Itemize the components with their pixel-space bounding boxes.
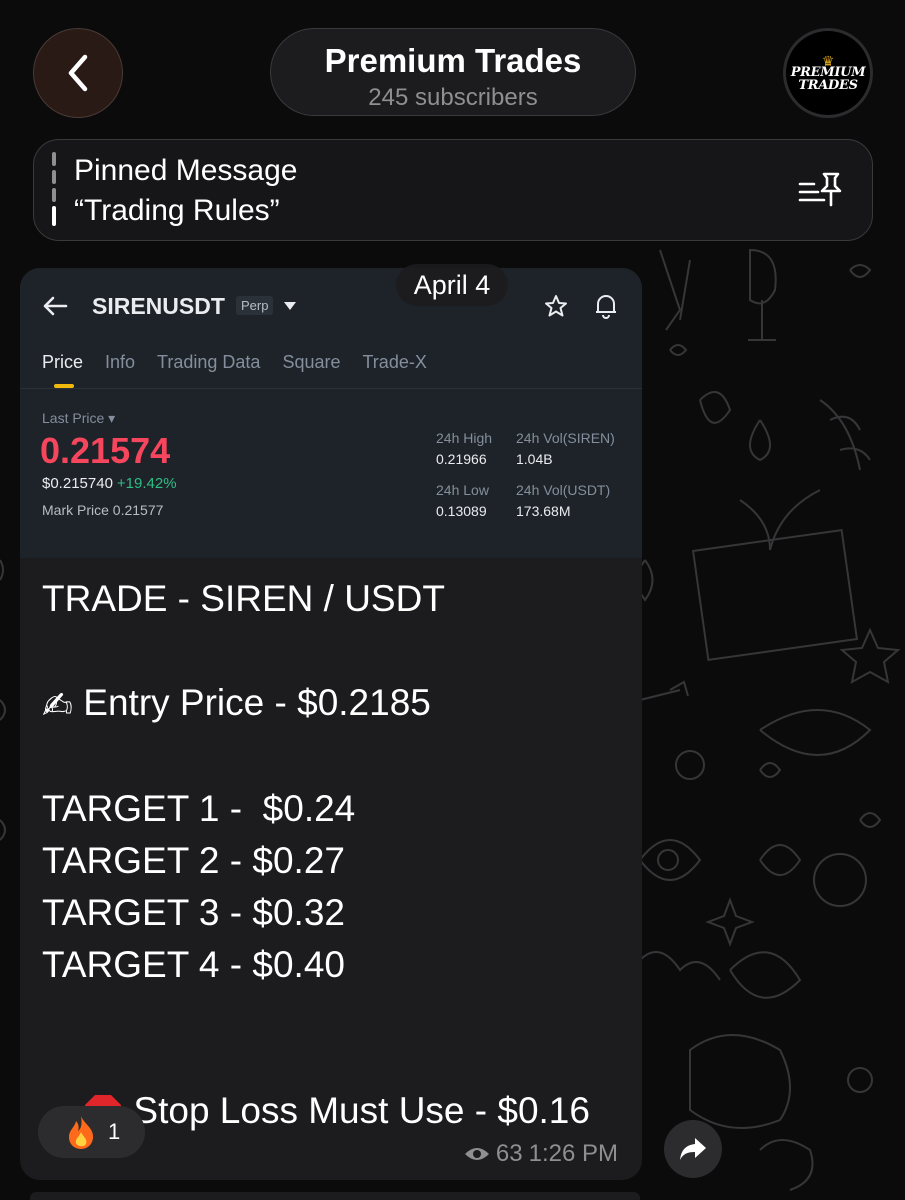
next-message-edge: [30, 1192, 640, 1200]
message-target-1: TARGET 1 - $0.24: [42, 788, 356, 829]
date-badge: April 4: [396, 264, 508, 306]
arrow-left-icon: [43, 296, 68, 316]
message-target-4: TARGET 4 - $0.40: [42, 944, 345, 985]
channel-avatar[interactable]: ♛ PREMIUM TRADES: [783, 28, 873, 118]
tab-square: Square: [282, 352, 341, 372]
view-count: 63: [495, 1140, 523, 1167]
mark-price: Mark Price 0.21577: [42, 502, 164, 518]
tab-info: Info: [105, 352, 136, 372]
eye-icon: [464, 1148, 489, 1160]
channel-name: Premium Trades: [324, 42, 582, 79]
reaction-count: 1: [108, 1119, 121, 1144]
channel-title[interactable]: Premium Trades 245 subscribers: [270, 28, 636, 116]
message-meta: 63 1:26 PM: [464, 1140, 618, 1168]
message-target-3: TARGET 3 - $0.32: [42, 892, 345, 933]
fire-icon: [69, 1116, 94, 1149]
tab-trade-x: Trade-X: [362, 352, 427, 372]
back-button[interactable]: [33, 28, 123, 118]
divider: [20, 388, 642, 389]
message-bubble[interactable]: SIRENUSDT Perp Price Info Trading Data S…: [20, 268, 642, 1180]
screenshot-tabs: Price Info Trading Data Square Trade-X: [42, 352, 427, 388]
fire-reaction[interactable]: 1: [38, 1106, 145, 1158]
pinned-text: “Trading Rules”: [74, 194, 280, 227]
stat-24h-vol-usdt: 24h Vol(USDT) 173.68M: [516, 482, 611, 519]
caret-down-icon: [284, 302, 296, 310]
pinned-message-bar[interactable]: Pinned Message “Trading Rules”: [33, 139, 873, 241]
message-time: 1:26 PM: [528, 1140, 618, 1167]
tab-trading-data: Trading Data: [157, 352, 261, 372]
perp-badge: Perp: [236, 296, 274, 315]
bell-icon: [596, 295, 616, 319]
symbol-name: SIRENUSDT: [92, 293, 225, 319]
pinned-indicator: [52, 152, 56, 230]
chevron-left-icon: [68, 54, 88, 92]
message-entry: ✍ Entry Price - $0.2185: [42, 682, 431, 726]
message-target-2: TARGET 2 - $0.27: [42, 840, 345, 881]
pinned-label: Pinned Message: [74, 154, 298, 187]
stat-24h-low: 24h Low 0.13089: [436, 482, 489, 519]
star-icon: [545, 295, 567, 317]
price-change: +19.42%: [116, 475, 177, 492]
share-arrow-icon: [680, 1138, 706, 1160]
last-price-value: 0.21574: [40, 430, 171, 471]
last-price-label: Last Price ▾: [42, 410, 116, 426]
stat-24h-vol-siren: 24h Vol(SIREN) 1.04B: [516, 430, 615, 467]
stat-24h-high: 24h High 0.21966: [436, 430, 493, 467]
writing-hand-icon: ✍: [42, 684, 74, 726]
pin-list-icon[interactable]: [798, 170, 844, 210]
usd-price: $0.215740 +19.42%: [42, 475, 177, 492]
share-button[interactable]: [664, 1120, 722, 1178]
message-title: TRADE - SIREN / USDT: [42, 578, 445, 619]
tab-price: Price: [42, 352, 84, 388]
exchange-screenshot[interactable]: SIRENUSDT Perp Price Info Trading Data S…: [20, 268, 642, 558]
avatar-text-line2: TRADES: [798, 78, 858, 93]
subscriber-count: 245 subscribers: [368, 84, 538, 111]
